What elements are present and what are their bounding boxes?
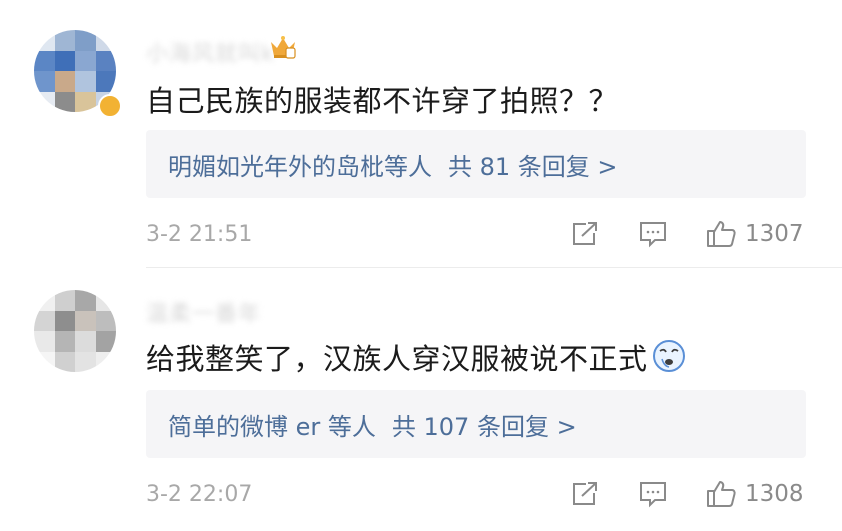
comment-icon xyxy=(640,222,666,248)
reply-count: 共 81 条回复 > xyxy=(448,153,618,181)
replies-preview[interactable]: 明媚如光年外的岛枇等人共 81 条回复 > xyxy=(146,130,806,198)
like-button[interactable]: 1308 xyxy=(705,479,804,509)
reply-names: 简单的微博 er 等人 xyxy=(168,413,376,441)
crown-badge-icon xyxy=(271,36,296,59)
share-button[interactable] xyxy=(570,220,600,248)
timestamp: 3-2 21:51 xyxy=(146,222,253,247)
share-icon xyxy=(573,482,597,505)
reply-count: 共 107 条回复 > xyxy=(391,413,577,441)
dizzy-face-emoji-icon xyxy=(652,340,685,372)
like-icon xyxy=(707,221,736,247)
comment-item: 小海风就叫k 自己民族的服装都不许穿了拍照？？ 明媚如光年外的岛枇等人共 81 … xyxy=(0,0,842,268)
comment-button[interactable] xyxy=(638,480,668,508)
comment-button[interactable] xyxy=(638,220,668,248)
like-button[interactable]: 1307 xyxy=(705,219,804,249)
like-count: 1307 xyxy=(745,221,804,247)
like-icon xyxy=(707,481,736,507)
comment-icon xyxy=(640,482,666,508)
comment-text: 自己民族的服装都不许穿了拍照？？ xyxy=(146,84,619,118)
share-button[interactable] xyxy=(570,480,600,508)
comment-item: 温柔一番年 给我整笑了，汉族人穿汉服被说不正式 简单的微博 er 等人共 107… xyxy=(0,268,842,531)
share-icon xyxy=(573,222,597,245)
like-count: 1308 xyxy=(745,481,804,507)
username[interactable]: 小海风就叫k xyxy=(146,36,275,68)
comment-text: 给我整笑了，汉族人穿汉服被说不正式 xyxy=(146,336,686,378)
avatar[interactable] xyxy=(34,290,116,372)
reply-names: 明媚如光年外的岛枇等人 xyxy=(168,153,432,181)
username[interactable]: 温柔一番年 xyxy=(146,296,261,328)
replies-preview[interactable]: 简单的微博 er 等人共 107 条回复 > xyxy=(146,390,806,458)
timestamp: 3-2 22:07 xyxy=(146,482,253,507)
verified-badge-icon xyxy=(98,94,122,118)
